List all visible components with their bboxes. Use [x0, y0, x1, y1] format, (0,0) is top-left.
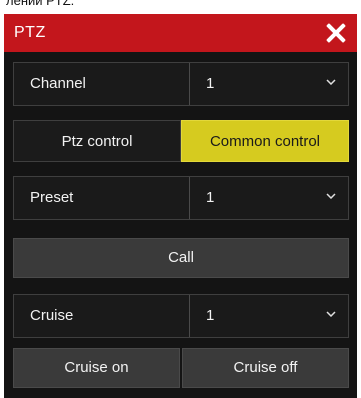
channel-row: Channel 1: [13, 62, 349, 106]
tab-ptz-control[interactable]: Ptz control: [13, 120, 181, 162]
preset-value: 1: [206, 189, 215, 206]
cruise-label: Cruise: [30, 307, 74, 324]
preset-select[interactable]: 1: [190, 177, 348, 219]
chevron-down-icon: [326, 311, 336, 317]
cruise-select[interactable]: 1: [190, 295, 348, 337]
control-tabs: Ptz control Common control: [13, 120, 349, 162]
cruise-value: 1: [206, 307, 215, 324]
cruise-row: Cruise 1: [13, 294, 349, 338]
call-button[interactable]: Call: [13, 238, 349, 278]
tab-common-control[interactable]: Common control: [181, 120, 349, 162]
header-fragment-text: лений PTZ.: [6, 0, 75, 8]
channel-value: 1: [206, 75, 215, 92]
title-bar: PTZ: [4, 14, 357, 52]
preset-label: Preset: [30, 189, 74, 206]
channel-select[interactable]: 1: [190, 63, 348, 105]
cruise-on-button[interactable]: Cruise on: [13, 348, 180, 388]
channel-label: Channel: [30, 75, 86, 92]
ptz-dialog: PTZ Channel 1 Ptz control Common control…: [4, 14, 357, 398]
chevron-down-icon: [326, 193, 336, 199]
cruise-off-button[interactable]: Cruise off: [182, 348, 349, 388]
close-icon[interactable]: [321, 18, 351, 48]
chevron-down-icon: [326, 79, 336, 85]
page-header-fragment: лений PTZ.: [0, 0, 361, 14]
preset-row: Preset 1: [13, 176, 349, 220]
dialog-title: PTZ: [14, 24, 46, 41]
